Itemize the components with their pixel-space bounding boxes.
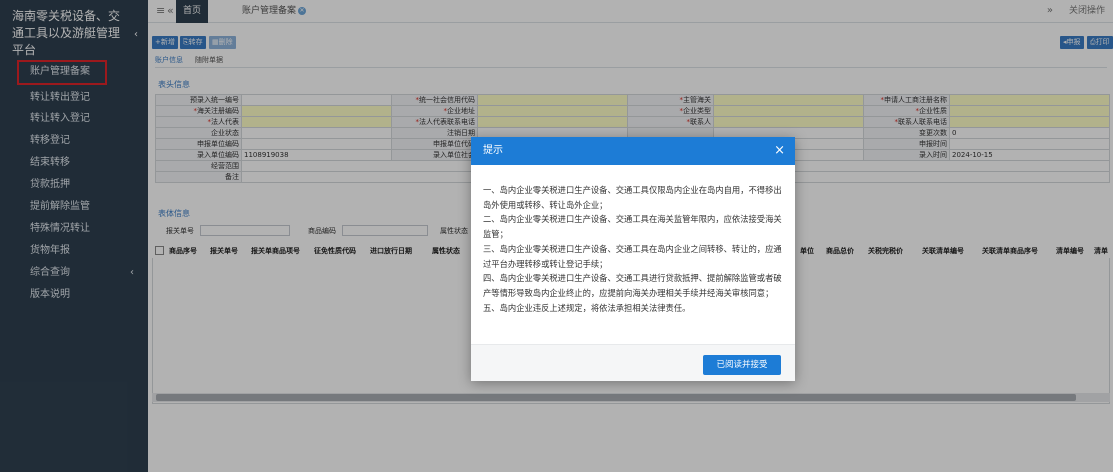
dialog-footer: 已阅读并接受 [471,344,795,381]
close-icon[interactable]: × [774,137,785,165]
notice-paragraph: 一、岛内企业零关税进口生产设备、交通工具仅限岛内企业在岛内自用，不得移出岛外使用… [483,185,782,210]
notice-paragraph: 四、岛内企业零关税进口生产设备、交通工具进行贷款抵押、提前解除监管或者破产等情形… [483,273,782,298]
dialog-header: 提示 × [471,137,795,165]
dialog-title: 提示 [483,145,503,156]
notice-dialog: 提示 × 一、岛内企业零关税进口生产设备、交通工具仅限岛内企业在岛内自用，不得移… [471,137,795,381]
notice-paragraph: 二、岛内企业零关税进口生产设备、交通工具在海关监管年限内，应依法接受海关监管； [483,214,782,240]
dialog-body: 一、岛内企业零关税进口生产设备、交通工具仅限岛内企业在岛内自用，不得移出岛外使用… [483,183,785,315]
notice-paragraph: 五、岛内企业违反上述规定，将依法承担相关法律责任。 [483,302,691,313]
notice-paragraph: 三、岛内企业零关税进口生产设备、交通工具在岛内企业之间转移、转让的，应通过平台办… [483,243,782,269]
accept-button[interactable]: 已阅读并接受 [703,355,781,375]
